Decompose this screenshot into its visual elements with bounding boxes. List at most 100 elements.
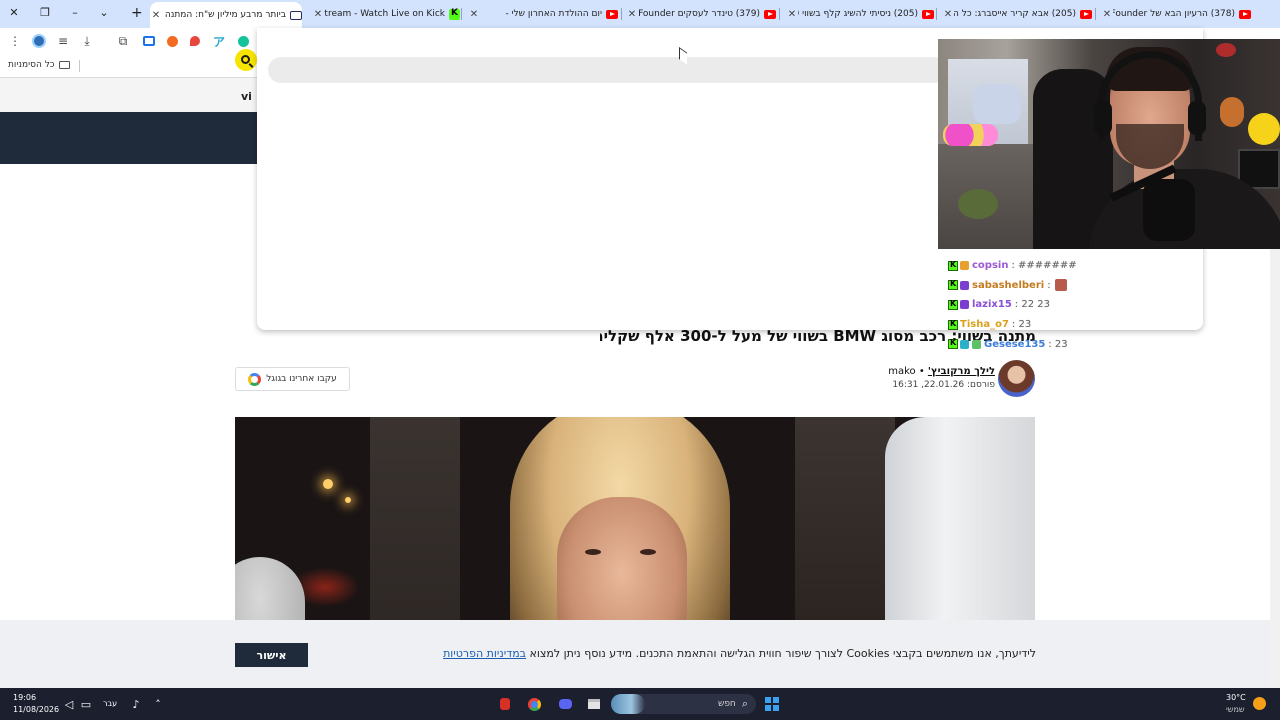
chat-username: Gesese135: [984, 338, 1046, 350]
discord-icon[interactable]: [558, 697, 572, 711]
chat-message: lazix15 : 22 23: [948, 295, 1098, 315]
tab-close-icon[interactable]: ✕: [942, 9, 954, 20]
display-icon[interactable]: ▭: [79, 697, 93, 711]
app-red-icon[interactable]: [498, 697, 512, 711]
emote-icon: [1054, 279, 1067, 292]
all-bookmarks-button[interactable]: כל הסימניות: [8, 60, 70, 70]
photo-street-light: [345, 497, 351, 503]
profile-avatar[interactable]: [31, 33, 47, 49]
extension-screen-icon[interactable]: [141, 33, 157, 49]
weather-desc[interactable]: שמשי: [1226, 705, 1245, 714]
kick-icon: [948, 260, 958, 271]
webcam-microphone: [1143, 179, 1195, 241]
chat-username: copsin: [972, 260, 1009, 272]
chat-message: copsin : #######: [948, 256, 1098, 276]
chat-text: : 22 23: [1014, 299, 1050, 311]
sun-icon: [1253, 697, 1266, 710]
cookie-confirm-button[interactable]: אישור: [235, 643, 308, 667]
kick-icon: [449, 8, 460, 20]
tab-kick-stream[interactable]: IGZ_Stream - Watch Live on Kick ✕: [312, 4, 460, 24]
webcam-object: [1216, 43, 1236, 57]
kick-icon: [948, 319, 958, 330]
author-name-link[interactable]: לילך מרקוביץ': [928, 366, 995, 377]
webcam-teddy-bear: [1220, 97, 1244, 127]
grammarly-icon[interactable]: [235, 33, 251, 49]
photo-eye: [640, 549, 656, 555]
privacy-policy-link[interactable]: במדיניות הפרטיות: [443, 647, 526, 660]
download-icon[interactable]: ⤓: [79, 33, 95, 49]
n12-icon: [290, 10, 302, 20]
follow-google-button[interactable]: עקבו אחרינו בגוגל: [235, 367, 350, 391]
photo-street-light: [323, 479, 333, 489]
sub-badge-icon: [972, 339, 981, 349]
tab-close-icon[interactable]: ✕: [312, 9, 324, 20]
tab-close-icon[interactable]: ✕: [468, 9, 480, 20]
tab-separator: [779, 8, 780, 20]
tray-chevron-up-icon[interactable]: ˄: [151, 697, 165, 711]
file-explorer-icon[interactable]: [587, 697, 601, 711]
taskbar-date[interactable]: 11/08/2026: [13, 705, 59, 714]
tab-close-icon[interactable]: ✕: [626, 9, 638, 20]
youtube-icon: [1080, 9, 1092, 19]
subnav-label[interactable]: vi: [241, 90, 252, 103]
tab-separator: [621, 8, 622, 20]
tab-title: יום ההולדת האחרון שלי -: [505, 9, 602, 19]
youtube-icon: [922, 9, 934, 19]
taskbar-clock[interactable]: 19:06: [13, 693, 36, 702]
weather-temp[interactable]: 30°C: [1226, 693, 1246, 702]
tab-youtube[interactable]: (378) הרעיון הבא של deFounder ✕: [1101, 4, 1251, 24]
microphone-icon[interactable]: ♪: [129, 697, 143, 711]
tab-close-icon[interactable]: ✕: [786, 9, 798, 20]
close-window-icon[interactable]: ✕: [6, 6, 22, 19]
photo-eye: [585, 549, 601, 555]
search-highlight-image: [611, 694, 645, 714]
webcam-headphone-cup: [1094, 101, 1112, 135]
language-indicator[interactable]: עבר: [103, 699, 117, 708]
tab-close-icon[interactable]: ✕: [1101, 9, 1113, 20]
chat-username: sabashelberi: [972, 279, 1045, 291]
tab-title: (378) הרעיון הבא של deFounder: [1113, 9, 1235, 19]
webcam-smiley-toy: [1248, 113, 1280, 145]
tab-search-icon[interactable]: ⌄: [96, 6, 112, 19]
menu-icon[interactable]: ⋮: [7, 33, 23, 49]
tab-separator: [461, 8, 462, 20]
translate-icon[interactable]: ア: [211, 33, 227, 49]
tab-youtube[interactable]: יום ההולדת האחרון שלי - ✕: [468, 4, 618, 24]
extensions-icon[interactable]: ⧉: [115, 33, 131, 49]
browser-tab-strip: ✕ ❐ – ⌄ + ביותר מרבע מיליון ש"ח: המתנה ✕…: [0, 0, 1280, 28]
new-tab-button[interactable]: +: [131, 5, 143, 21]
chat-text: :: [1047, 279, 1051, 291]
minimize-window-icon[interactable]: –: [67, 6, 83, 19]
omnibox-input[interactable]: [268, 57, 948, 83]
chat-username: Tisha_o7: [960, 319, 1009, 331]
tab-active[interactable]: ביותר מרבע מיליון ש"ח: המתנה ✕: [150, 2, 302, 28]
site-search-button[interactable]: [235, 49, 257, 71]
reading-list-icon[interactable]: ≡: [55, 33, 71, 49]
taskbar-search-box[interactable]: חפש ⌕: [611, 694, 756, 714]
webcam-bag: [973, 84, 1021, 124]
published-datetime: 22.01.26, 16:31: [892, 380, 965, 390]
tab-youtube[interactable]: (205) אבא קריר אייסברג: כל הה ✕: [942, 4, 1092, 24]
tab-youtube[interactable]: (205) ניסיתי להשיג קלף בשווי 0 ✕: [786, 4, 934, 24]
chat-message: Gesese135 : 23: [948, 334, 1098, 354]
search-icon: ⌕: [741, 697, 748, 710]
kick-icon: [948, 279, 958, 291]
author-byline: לילך מרקוביץ' • mako פורסם: 22.01.26, 16…: [860, 366, 995, 390]
restore-window-icon[interactable]: ❐: [37, 6, 53, 19]
author-avatar[interactable]: [998, 360, 1035, 397]
extension-orange-icon[interactable]: [164, 33, 180, 49]
chat-text: : 23: [1048, 338, 1068, 350]
bookmarks-divider: [79, 60, 80, 72]
published-prefix: פורסם:: [967, 380, 995, 390]
tab-title: ביותר מרבע מיליון ש"ח: המתנה: [164, 10, 286, 20]
sub-badge-icon: [960, 339, 969, 349]
streamer-webcam: [938, 39, 1280, 249]
kick-icon: [948, 299, 958, 310]
volume-icon[interactable]: ◁: [62, 697, 76, 711]
windows-start-icon[interactable]: [765, 697, 779, 711]
chrome-icon[interactable]: [527, 697, 541, 711]
tab-youtube[interactable]: (379) טינדר לעסקים deFounder ✕: [626, 4, 776, 24]
extension-pin-icon[interactable]: [187, 33, 203, 49]
tab-title: (205) אבא קריר אייסברג: כל הה: [954, 9, 1076, 19]
tab-close-icon[interactable]: ✕: [150, 10, 162, 21]
